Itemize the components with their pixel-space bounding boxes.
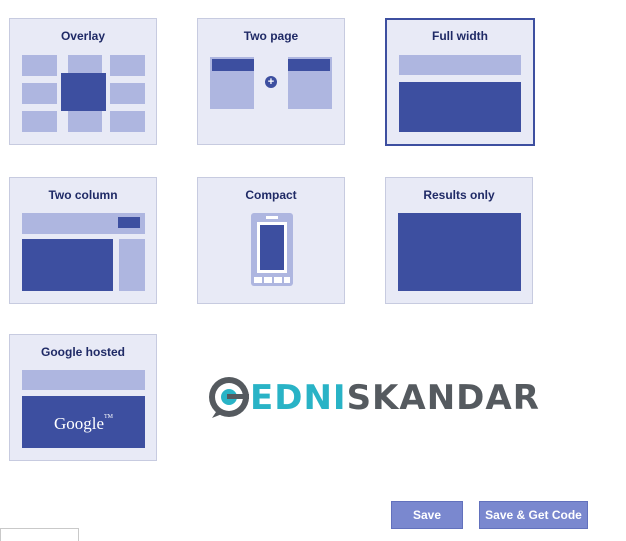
layout-option-two-page[interactable]: Two page +	[197, 18, 345, 145]
save-and-get-code-button[interactable]: Save & Get Code	[479, 501, 588, 529]
layout-title-compact: Compact	[245, 188, 297, 202]
layout-option-overlay[interactable]: Overlay	[9, 18, 157, 145]
layout-title-results-only: Results only	[423, 188, 495, 202]
layout-option-results-only[interactable]: Results only	[385, 177, 533, 304]
watermark-text: EDNISKANDAR	[250, 378, 540, 418]
layout-option-compact[interactable]: Compact	[197, 177, 345, 304]
save-button[interactable]: Save	[391, 501, 463, 529]
watermark-logo-icon	[208, 376, 250, 418]
results-only-preview	[398, 213, 521, 291]
layout-option-full-width[interactable]: Full width	[385, 18, 535, 146]
layout-title-full-width: Full width	[432, 29, 488, 43]
layout-option-two-column[interactable]: Two column	[9, 177, 157, 304]
layout-title-two-column: Two column	[48, 188, 118, 202]
bottom-panel-edge	[0, 528, 79, 541]
google-logo: GoogleTM	[53, 414, 114, 433]
layout-title-google-hosted: Google hosted	[41, 345, 125, 359]
layout-option-google-hosted[interactable]: Google hosted GoogleTM	[9, 334, 157, 461]
layout-title-two-page: Two page	[243, 29, 299, 43]
layout-title-overlay: Overlay	[60, 29, 106, 43]
plus-icon: +	[265, 76, 277, 88]
